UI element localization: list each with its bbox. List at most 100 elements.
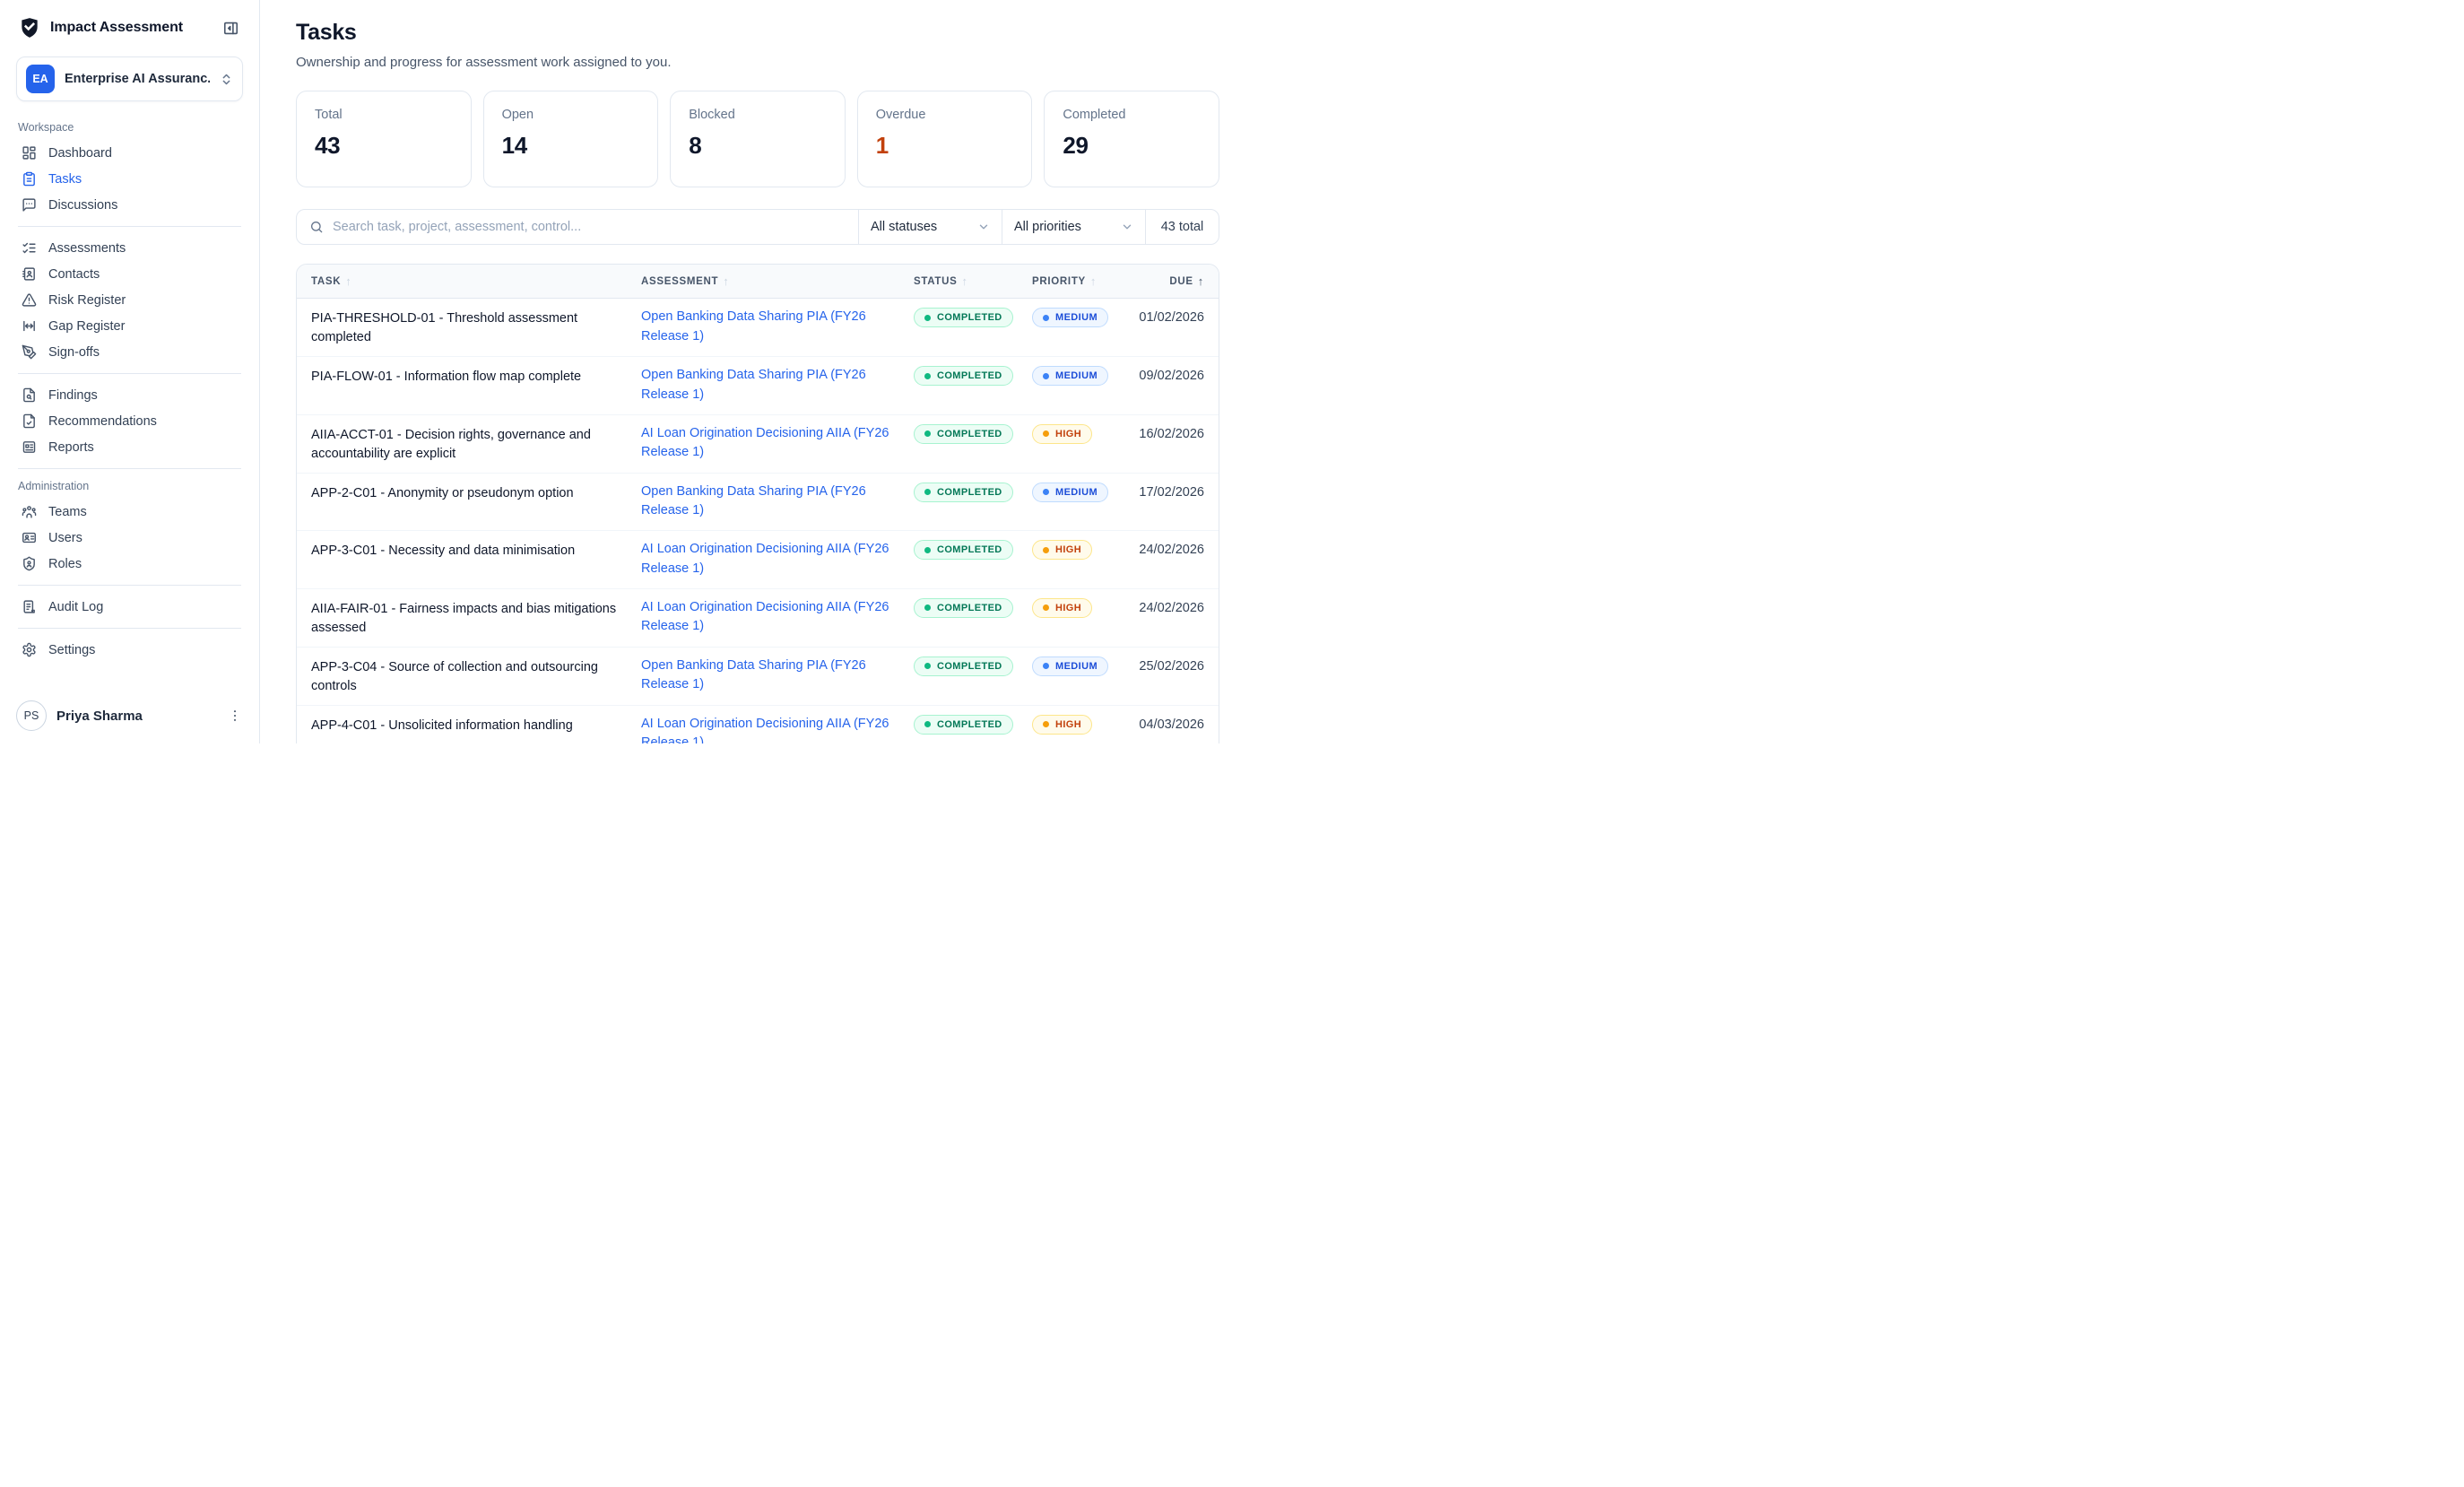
results-count: 43 total — [1145, 210, 1219, 244]
sidebar-item-discussions[interactable]: Discussions — [16, 192, 243, 218]
search-icon — [309, 220, 324, 234]
sidebar-item-reports[interactable]: Reports — [16, 434, 243, 460]
app-title: Impact Assessment — [50, 20, 212, 36]
priority-badge: MEDIUM — [1032, 308, 1108, 327]
sidebar-item-gap-register[interactable]: Gap Register — [16, 313, 243, 339]
sidebar-item-label: Roles — [48, 557, 82, 571]
sort-arrow-icon: ↑ — [723, 274, 729, 288]
sidebar-item-contacts[interactable]: Contacts — [16, 261, 243, 287]
sidebar-item-label: Discussions — [48, 198, 117, 213]
stat-label: Blocked — [689, 108, 827, 122]
workspace-selector[interactable]: EA Enterprise AI Assuranc... — [16, 57, 243, 101]
nav-section-label: Administration — [18, 480, 241, 492]
assessment-link[interactable]: AI Loan Origination Decisioning AIIA (FY… — [641, 598, 903, 638]
assessment-link[interactable]: Open Banking Data Sharing PIA (FY26 Rele… — [641, 657, 903, 696]
chevrons-up-down-icon — [220, 73, 233, 86]
priority-filter-select[interactable]: All priorities — [1002, 210, 1145, 244]
status-badge: COMPLETED — [914, 483, 1013, 502]
assessment-link[interactable]: AI Loan Origination Decisioning AIIA (FY… — [641, 540, 903, 579]
main-content: Tasks Ownership and progress for assessm… — [260, 0, 1232, 744]
discussions-icon — [22, 197, 37, 213]
stat-card-open: Open 14 — [483, 91, 659, 187]
sidebar-item-label: Audit Log — [48, 600, 103, 614]
sidebar-header: Impact Assessment — [16, 14, 243, 41]
sidebar-item-audit-log[interactable]: Audit Log — [16, 594, 243, 620]
sidebar-item-dashboard[interactable]: Dashboard — [16, 140, 243, 166]
sign-offs-icon — [22, 344, 37, 360]
users-icon — [22, 530, 37, 545]
status-badge: COMPLETED — [914, 366, 1013, 386]
assessment-cell: AI Loan Origination Decisioning AIIA (FY… — [641, 540, 903, 579]
priority-dot-icon — [1043, 315, 1049, 321]
priority-dot-icon — [1043, 373, 1049, 379]
assessment-cell: Open Banking Data Sharing PIA (FY26 Rele… — [641, 366, 903, 405]
sidebar-item-label: Users — [48, 531, 82, 545]
user-menu-button[interactable] — [227, 708, 243, 724]
column-header-task[interactable]: Task↑ — [311, 274, 630, 288]
task-title: PIA-THRESHOLD-01 - Threshold assessment … — [311, 308, 630, 347]
sidebar-item-assessments[interactable]: Assessments — [16, 235, 243, 261]
sidebar-item-sign-offs[interactable]: Sign-offs — [16, 339, 243, 365]
assessment-link[interactable]: Open Banking Data Sharing PIA (FY26 Rele… — [641, 483, 903, 522]
risk-register-icon — [22, 292, 37, 308]
assessment-link[interactable]: Open Banking Data Sharing PIA (FY26 Rele… — [641, 308, 903, 347]
column-header-assessment[interactable]: Assessment↑ — [641, 274, 903, 288]
due-date: 16/02/2026 — [1139, 424, 1204, 441]
tasks-table: Task↑ Assessment↑ Status↑ Priority↑ Due↑… — [296, 264, 1219, 744]
sort-arrow-icon: ↑ — [1198, 274, 1204, 288]
task-title: PIA-FLOW-01 - Information flow map compl… — [311, 366, 630, 387]
assessment-link[interactable]: AI Loan Origination Decisioning AIIA (FY… — [641, 715, 903, 744]
status-dot-icon — [924, 489, 931, 495]
sidebar-item-teams[interactable]: Teams — [16, 499, 243, 525]
gap-register-icon — [22, 318, 37, 334]
tasks-icon — [22, 171, 37, 187]
sidebar-collapse-button[interactable] — [221, 18, 241, 39]
due-date: 04/03/2026 — [1139, 715, 1204, 732]
table-row: AIIA-FAIR-01 - Fairness impacts and bias… — [297, 589, 1219, 648]
column-header-priority[interactable]: Priority↑ — [1032, 274, 1118, 288]
column-header-status[interactable]: Status↑ — [914, 274, 1021, 288]
sidebar-item-settings[interactable]: Settings — [16, 637, 243, 663]
assessment-link[interactable]: Open Banking Data Sharing PIA (FY26 Rele… — [641, 366, 903, 405]
assessment-cell: AI Loan Origination Decisioning AIIA (FY… — [641, 598, 903, 638]
sidebar-item-label: Tasks — [48, 172, 82, 187]
stat-card-total: Total 43 — [296, 91, 472, 187]
page-subtitle: Ownership and progress for assessment wo… — [296, 55, 1219, 70]
status-badge: COMPLETED — [914, 657, 1013, 676]
status-filter-select[interactable]: All statuses — [858, 210, 1002, 244]
priority-dot-icon — [1043, 430, 1049, 437]
due-date: 09/02/2026 — [1139, 366, 1204, 383]
chevron-down-icon — [977, 221, 990, 233]
stat-label: Open — [502, 108, 640, 122]
sidebar-item-tasks[interactable]: Tasks — [16, 166, 243, 192]
sidebar-divider — [18, 628, 241, 629]
stat-value: 43 — [315, 132, 453, 160]
sidebar-item-label: Findings — [48, 388, 98, 403]
findings-icon — [22, 387, 37, 403]
sidebar-item-risk-register[interactable]: Risk Register — [16, 287, 243, 313]
sidebar-item-label: Sign-offs — [48, 345, 100, 360]
sidebar-item-roles[interactable]: Roles — [16, 551, 243, 577]
task-title: APP-2-C01 - Anonymity or pseudonym optio… — [311, 483, 630, 503]
stat-card-completed: Completed 29 — [1044, 91, 1219, 187]
priority-dot-icon — [1043, 721, 1049, 727]
search-input[interactable] — [333, 220, 846, 234]
sidebar-item-users[interactable]: Users — [16, 525, 243, 551]
status-dot-icon — [924, 430, 931, 437]
user-name: Priya Sharma — [56, 709, 217, 724]
table-row: PIA-THRESHOLD-01 - Threshold assessment … — [297, 299, 1219, 357]
search-box — [297, 210, 858, 244]
assessment-link[interactable]: AI Loan Origination Decisioning AIIA (FY… — [641, 424, 903, 464]
column-header-due[interactable]: Due↑ — [1129, 274, 1204, 288]
sidebar-nav: Workspace Dashboard Tasks Discussions As… — [16, 117, 243, 691]
priority-dot-icon — [1043, 663, 1049, 669]
dashboard-icon — [22, 145, 37, 161]
chevron-down-icon — [1121, 221, 1133, 233]
sidebar-item-findings[interactable]: Findings — [16, 382, 243, 408]
sidebar-item-recommendations[interactable]: Recommendations — [16, 408, 243, 434]
table-row: APP-3-C04 - Source of collection and out… — [297, 648, 1219, 706]
stat-card-overdue: Overdue 1 — [857, 91, 1033, 187]
status-badge: COMPLETED — [914, 715, 1013, 735]
panel-collapse-icon — [222, 20, 239, 37]
status-dot-icon — [924, 604, 931, 611]
